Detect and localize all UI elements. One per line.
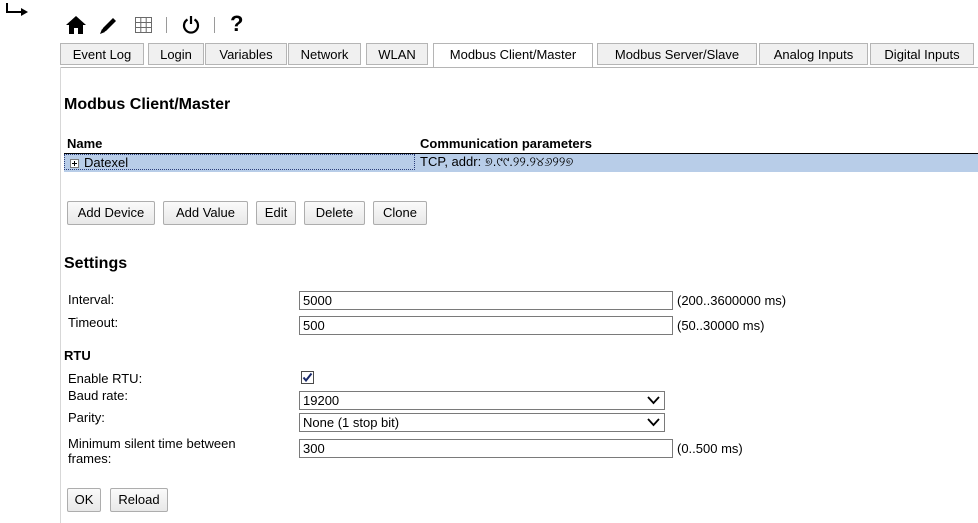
tab-analog-inputs[interactable]: Analog Inputs xyxy=(759,43,868,65)
column-header-name: Name xyxy=(67,136,103,151)
tab-underline xyxy=(60,67,978,68)
enable-rtu-checkbox[interactable] xyxy=(301,371,314,384)
silent-time-label-cont: frames: xyxy=(68,451,112,466)
enable-rtu-label: Enable RTU: xyxy=(68,371,143,386)
corner-arrow-icon xyxy=(6,3,28,16)
tab-modbus-client-master[interactable]: Modbus Client/Master xyxy=(433,43,593,68)
delete-button[interactable]: Delete xyxy=(304,201,365,225)
rtu-heading: RTU xyxy=(64,348,91,363)
content-border xyxy=(60,67,61,523)
timeout-input[interactable]: 500 xyxy=(299,316,673,335)
expand-icon[interactable] xyxy=(70,159,79,168)
device-name: Datexel xyxy=(84,155,129,170)
baud-rate-label: Baud rate: xyxy=(68,388,128,403)
toolbar-separator xyxy=(166,17,167,33)
edit-button[interactable]: Edit xyxy=(256,201,296,225)
interval-range: (200..3600000 ms) xyxy=(677,293,787,308)
clone-button[interactable]: Clone xyxy=(373,201,427,225)
timeout-range: (50..30000 ms) xyxy=(677,318,765,333)
tab-modbus-server-slave[interactable]: Modbus Server/Slave xyxy=(597,43,757,65)
add-value-button[interactable]: Add Value xyxy=(163,201,248,225)
page-title: Modbus Client/Master xyxy=(64,96,231,113)
baud-rate-value: 19200 xyxy=(303,393,340,408)
reload-button[interactable]: Reload xyxy=(110,488,168,512)
help-icon[interactable]: ? xyxy=(230,11,243,37)
device-params: TCP, addr: ୭.୯୯.୨୨.୨୪୬୨୨୭ xyxy=(420,154,574,169)
chevron-down-icon xyxy=(647,396,660,405)
row-name-cell[interactable]: Datexel xyxy=(64,154,415,170)
ok-button[interactable]: OK xyxy=(67,488,101,512)
timeout-label: Timeout: xyxy=(68,315,119,330)
chevron-down-icon xyxy=(647,418,660,427)
silent-time-input[interactable]: 300 xyxy=(299,439,673,458)
parity-label: Parity: xyxy=(68,410,105,425)
column-header-params: Communication parameters xyxy=(420,136,592,151)
tab-bar: Event Log Login Variables Network WLAN M… xyxy=(60,43,978,68)
tab-digital-inputs[interactable]: Digital Inputs xyxy=(870,43,974,65)
parity-value: None (1 stop bit) xyxy=(303,415,400,430)
table-row[interactable]: Datexel TCP, addr: ୭.୯୯.୨୨.୨୪୬୨୨୭ xyxy=(64,154,978,172)
tab-network[interactable]: Network xyxy=(288,43,361,65)
refresh-icon[interactable] xyxy=(180,14,202,36)
add-device-button[interactable]: Add Device xyxy=(67,201,155,225)
parity-select[interactable]: None (1 stop bit) xyxy=(299,413,665,432)
toolbar-separator xyxy=(214,17,215,33)
interval-input[interactable]: 5000 xyxy=(299,291,673,310)
check-icon xyxy=(302,372,313,383)
silent-time-range: (0..500 ms) xyxy=(677,441,743,456)
interval-label: Interval: xyxy=(68,292,115,307)
settings-title: Settings xyxy=(64,255,128,272)
tab-variables[interactable]: Variables xyxy=(205,43,287,65)
grid-icon[interactable] xyxy=(134,14,154,36)
baud-rate-select[interactable]: 19200 xyxy=(299,391,665,410)
edit-icon[interactable] xyxy=(97,14,119,36)
home-icon[interactable] xyxy=(65,14,87,36)
tab-wlan[interactable]: WLAN xyxy=(366,43,428,65)
tab-login[interactable]: Login xyxy=(148,43,204,65)
silent-time-label: Minimum silent time between xyxy=(68,436,236,451)
tab-event-log[interactable]: Event Log xyxy=(60,43,144,65)
